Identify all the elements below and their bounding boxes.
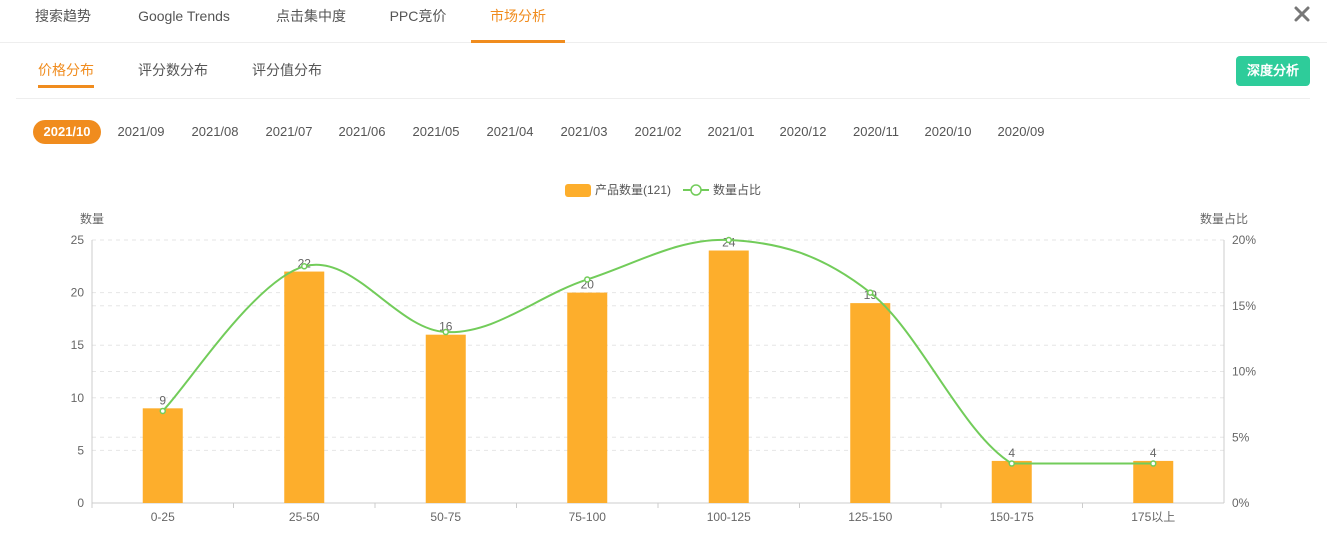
tab-market-analysis[interactable]: 市场分析: [471, 0, 565, 43]
bar: [567, 292, 608, 503]
bar-value-label: 4: [1150, 446, 1157, 460]
month-pill[interactable]: 2020/12: [769, 120, 837, 144]
month-pill[interactable]: 2021/04: [476, 120, 544, 144]
tab-click-concentration[interactable]: 点击集中度: [266, 0, 356, 42]
x-tick-label: 150-175: [990, 510, 1034, 524]
y-axis-left: 0 5 10 15 20 25: [71, 233, 85, 510]
y-tick-label-left: 10: [71, 391, 85, 405]
bar: [991, 460, 1032, 503]
y-tick-label-right: 10%: [1232, 365, 1256, 379]
bar: [708, 250, 749, 503]
y-tick-label-right: 0%: [1232, 496, 1250, 510]
x-tick-label: 100-125: [707, 510, 751, 524]
x-tick-label: 125-150: [848, 510, 892, 524]
month-pill[interactable]: 2021/01: [697, 120, 765, 144]
y-tick-label-right: 15%: [1232, 299, 1256, 313]
month-pill[interactable]: 2021/09: [107, 120, 175, 144]
month-pill[interactable]: 2021/03: [550, 120, 618, 144]
month-pill[interactable]: 2020/10: [914, 120, 982, 144]
x-tick-label: 25-50: [289, 510, 320, 524]
bar: [142, 408, 183, 503]
tab-search-trend[interactable]: 搜索趋势: [20, 0, 106, 42]
top-tab-bar: 搜索趋势 Google Trends 点击集中度 PPC竞价 市场分析: [0, 0, 1327, 43]
bar: [284, 271, 325, 503]
month-pill[interactable]: 2021/07: [255, 120, 323, 144]
month-pill[interactable]: 2021/06: [328, 120, 396, 144]
tab-ppc-bidding[interactable]: PPC竞价: [380, 0, 456, 42]
tab-rating-value-distribution[interactable]: 评分值分布: [252, 42, 322, 98]
y-tick-label-left: 0: [77, 496, 84, 510]
x-tick-label: 0-25: [151, 510, 175, 524]
x-tick-label: 50-75: [430, 510, 461, 524]
y-tick-label-left: 25: [71, 233, 85, 247]
x-axis: 0-25 25-50 50-75 75-100 100-125 125-150 150-17…: [91, 503, 1175, 524]
bar: [425, 334, 466, 503]
close-icon[interactable]: [1293, 5, 1311, 23]
month-pill[interactable]: 2021/10: [33, 120, 101, 144]
month-pill[interactable]: 2020/09: [987, 120, 1055, 144]
sub-tab-bar: 价格分布 评分数分布 评分值分布 深度分析: [16, 42, 1310, 99]
tab-price-distribution[interactable]: 价格分布: [38, 42, 94, 98]
y-tick-label-left: 20: [71, 286, 85, 300]
line-point: [159, 407, 166, 415]
line-point: [584, 276, 591, 283]
y-axis-title-left: 数量: [80, 211, 104, 226]
y-tick-label-right: 20%: [1232, 233, 1256, 247]
line-point: [1150, 460, 1157, 467]
line-point: [442, 328, 449, 336]
price-distribution-chart: 产品数量(121) 数量占比 数量 数量占比 0 5 10 15 20 25 0% 5% 10…: [71, 182, 1257, 524]
line-point: [725, 236, 732, 244]
deep-analysis-button[interactable]: 深度分析: [1236, 56, 1310, 86]
bar: [850, 303, 891, 503]
bar: [1133, 460, 1174, 503]
x-tick-label: 75-100: [569, 510, 607, 524]
bar-value-label: 9: [159, 393, 166, 407]
x-tick-label: 175以上: [1131, 510, 1175, 524]
legend-bar-swatch: [565, 184, 591, 197]
month-pill[interactable]: 2021/05: [402, 120, 470, 144]
y-tick-label-right: 5%: [1232, 430, 1250, 444]
bar-value-label: 4: [1008, 446, 1015, 460]
y-axis-title-right: 数量占比: [1200, 211, 1248, 226]
month-pill[interactable]: 2021/02: [624, 120, 692, 144]
line-point: [301, 263, 308, 270]
y-tick-label-left: 15: [71, 338, 85, 352]
legend-line-marker: [690, 184, 702, 196]
month-pill[interactable]: 2021/08: [181, 120, 249, 144]
chart-legend[interactable]: 产品数量(121) 数量占比: [565, 182, 761, 197]
tab-rating-count-distribution[interactable]: 评分数分布: [138, 42, 208, 98]
legend-line-label: 数量占比: [713, 182, 761, 197]
tab-google-trends[interactable]: Google Trends: [130, 0, 238, 42]
month-pill[interactable]: 2020/11: [842, 120, 910, 144]
y-axis-right: 0% 5% 10% 15% 20%: [1232, 233, 1256, 510]
legend-bar-label: 产品数量(121): [595, 182, 671, 197]
y-tick-label-left: 5: [77, 443, 84, 457]
line-point: [867, 289, 874, 296]
line-point: [1008, 460, 1015, 467]
